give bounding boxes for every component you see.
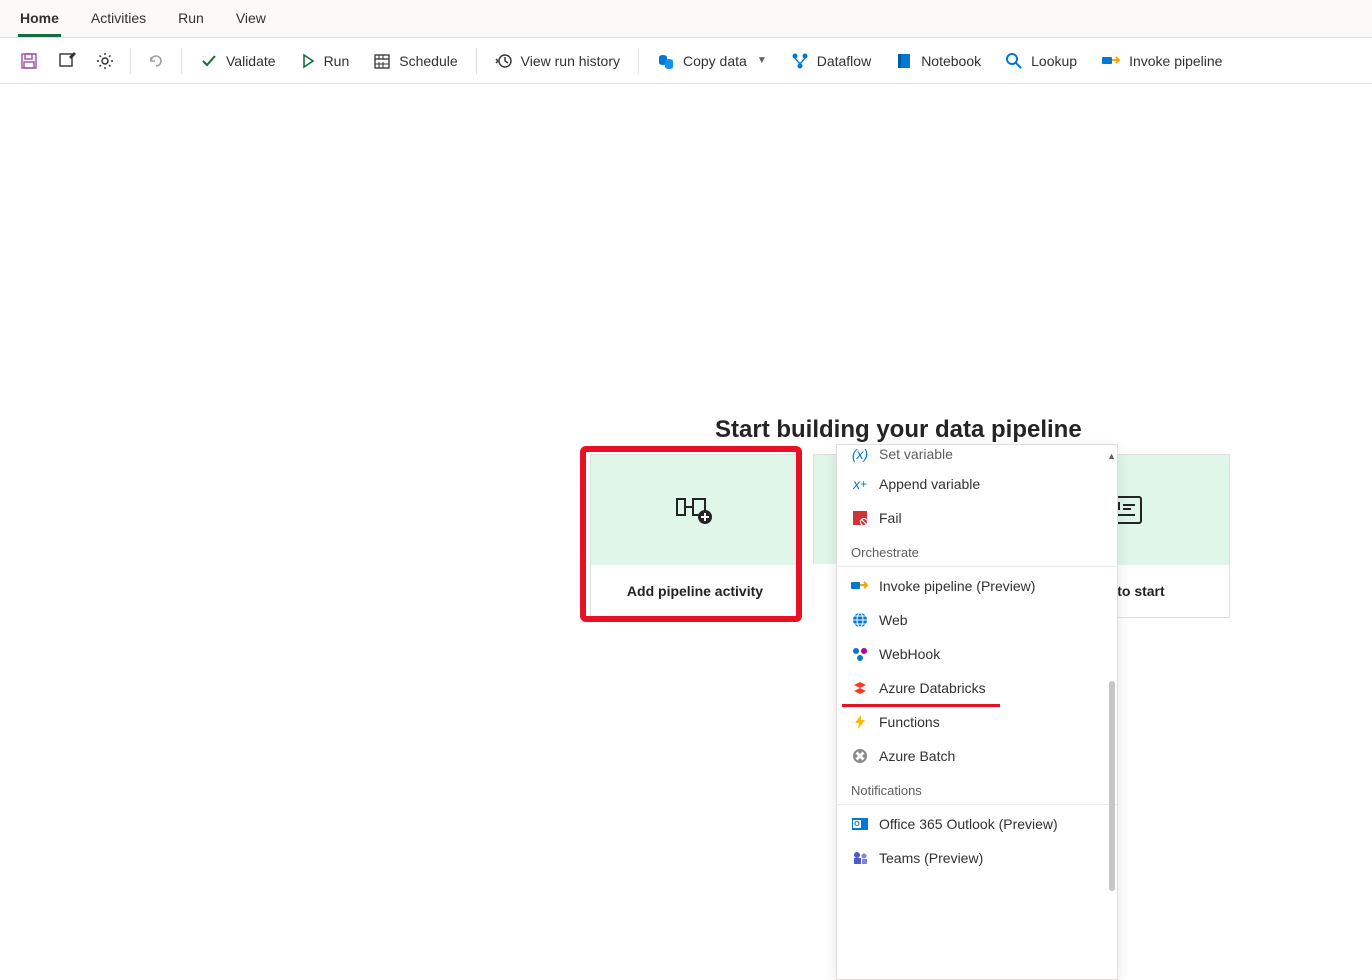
card-icon-area	[591, 455, 799, 565]
toolbar: Validate Run Schedule View run history C…	[0, 38, 1372, 84]
dropdown-group-orchestrate: Orchestrate	[837, 535, 1117, 567]
batch-icon	[851, 747, 869, 765]
notebook-label: Notebook	[921, 53, 981, 69]
dropdown-item-label: Fail	[879, 510, 902, 526]
dropdown-item-fail[interactable]: Fail	[837, 501, 1117, 535]
lookup-button[interactable]: Lookup	[995, 46, 1087, 76]
fail-icon	[851, 509, 869, 527]
schedule-button[interactable]: Schedule	[363, 46, 467, 76]
dropdown-item-label: Office 365 Outlook (Preview)	[879, 816, 1058, 832]
view-run-history-button[interactable]: View run history	[485, 46, 630, 76]
save-icon	[20, 52, 38, 70]
dataflow-button[interactable]: Dataflow	[781, 46, 881, 76]
tab-run[interactable]: Run	[176, 6, 206, 37]
card-label: Add pipeline activity	[591, 565, 799, 617]
dropdown-item-label: Web	[879, 612, 908, 628]
toolbar-divider	[638, 48, 639, 74]
dropdown-item-teams[interactable]: Teams (Preview)	[837, 841, 1117, 875]
history-icon	[495, 52, 513, 70]
svg-text:O: O	[854, 821, 860, 828]
settings-button[interactable]	[88, 46, 122, 76]
play-icon	[300, 53, 316, 69]
dropdown-item-label: WebHook	[879, 646, 940, 662]
copy-data-label: Copy data	[683, 53, 747, 69]
copy-data-button[interactable]: Copy data ▼	[647, 46, 777, 76]
toolbar-divider	[476, 48, 477, 74]
dropdown-item-invoke-pipeline[interactable]: Invoke pipeline (Preview)	[837, 569, 1117, 603]
save-button[interactable]	[12, 46, 46, 76]
dropdown-item-azure-databricks[interactable]: Azure Databricks	[837, 671, 1117, 705]
invoke-pipeline-label: Invoke pipeline	[1129, 53, 1222, 69]
scroll-up-icon[interactable]: ▲	[1107, 451, 1116, 461]
ribbon-tabs: Home Activities Run View	[0, 0, 1372, 38]
undo-icon	[147, 52, 165, 70]
tab-home[interactable]: Home	[18, 6, 61, 37]
annotation-underline	[842, 704, 1000, 707]
dropdown-item-label: Azure Batch	[879, 748, 955, 764]
invoke-pipeline-icon	[851, 577, 869, 595]
set-variable-icon: (x)	[851, 445, 869, 463]
functions-icon	[851, 713, 869, 731]
dropdown-group-notifications: Notifications	[837, 773, 1117, 805]
webhook-icon	[851, 645, 869, 663]
undo-button[interactable]	[139, 46, 173, 76]
save-as-icon	[58, 52, 76, 70]
dropdown-list: (x) Set variable x+ Append variable Fail…	[837, 445, 1117, 883]
dataflow-icon	[791, 52, 809, 70]
scrollbar-thumb[interactable]	[1109, 681, 1115, 891]
globe-icon	[851, 611, 869, 629]
copy-data-icon	[657, 52, 675, 70]
dropdown-item-web[interactable]: Web	[837, 603, 1117, 637]
activity-dropdown: ▲ (x) Set variable x+ Append variable Fa…	[836, 444, 1118, 980]
dropdown-item-set-variable[interactable]: (x) Set variable	[837, 445, 1117, 467]
card-partial	[813, 454, 837, 564]
dropdown-item-functions[interactable]: Functions	[837, 705, 1117, 739]
dropdown-item-append-variable[interactable]: x+ Append variable	[837, 467, 1117, 501]
card-add-activity[interactable]: Add pipeline activity	[590, 454, 800, 618]
chevron-down-icon: ▼	[757, 55, 767, 66]
pipeline-add-icon	[675, 493, 715, 527]
check-icon	[200, 52, 218, 70]
save-as-button[interactable]	[50, 46, 84, 76]
invoke-pipeline-button[interactable]: Invoke pipeline	[1091, 46, 1232, 76]
notebook-icon	[895, 52, 913, 70]
calendar-icon	[373, 52, 391, 70]
toolbar-divider	[130, 48, 131, 74]
lookup-label: Lookup	[1031, 53, 1077, 69]
teams-icon	[851, 849, 869, 867]
outlook-icon: O	[851, 815, 869, 833]
dropdown-item-webhook[interactable]: WebHook	[837, 637, 1117, 671]
tab-view[interactable]: View	[234, 6, 268, 37]
dropdown-item-label: Invoke pipeline (Preview)	[879, 578, 1035, 594]
view-run-history-label: View run history	[521, 53, 620, 69]
toolbar-divider	[181, 48, 182, 74]
canvas-heading: Start building your data pipeline	[715, 416, 1082, 444]
notebook-button[interactable]: Notebook	[885, 46, 991, 76]
invoke-pipeline-icon	[1101, 52, 1121, 70]
append-variable-icon: x+	[851, 475, 869, 493]
pipeline-canvas[interactable]: Start building your data pipeline Add pi…	[0, 84, 1372, 899]
run-button[interactable]: Run	[290, 47, 360, 75]
validate-label: Validate	[226, 53, 276, 69]
run-label: Run	[324, 53, 350, 69]
dataflow-label: Dataflow	[817, 53, 871, 69]
dropdown-item-label: Teams (Preview)	[879, 850, 983, 866]
dropdown-item-label: Set variable	[879, 446, 953, 462]
validate-button[interactable]: Validate	[190, 46, 286, 76]
tab-activities[interactable]: Activities	[89, 6, 148, 37]
dropdown-item-label: Azure Databricks	[879, 680, 986, 696]
schedule-label: Schedule	[399, 53, 457, 69]
dropdown-item-label: Functions	[879, 714, 940, 730]
dropdown-item-label: Append variable	[879, 476, 980, 492]
search-icon	[1005, 52, 1023, 70]
dropdown-item-azure-batch[interactable]: Azure Batch	[837, 739, 1117, 773]
gear-icon	[96, 52, 114, 70]
dropdown-item-outlook[interactable]: O Office 365 Outlook (Preview)	[837, 807, 1117, 841]
databricks-icon	[851, 679, 869, 697]
